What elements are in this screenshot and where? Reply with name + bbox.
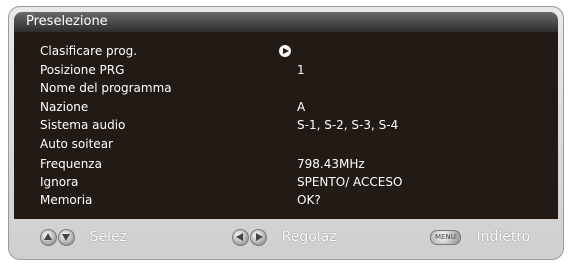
select-hint-label: : Selez [80, 229, 127, 245]
menu-title: Preselezione [26, 14, 108, 29]
row-label: Ignora [40, 175, 79, 189]
menu-row-posizione-prg[interactable]: Posizione PRG 1 [14, 61, 558, 80]
back-hint-label: : Indietro [467, 229, 531, 245]
up-arrow-icon [40, 228, 57, 246]
menu-button-icon: MENU [430, 229, 461, 245]
left-arrow-icon [232, 228, 249, 246]
menu-panel: Clasificare prog. Posizione PRG 1 Nome d… [14, 32, 558, 219]
adjust-hint-label: : Regolaz [272, 229, 337, 245]
row-value: 1 [297, 63, 305, 77]
menu-row-frequenza[interactable]: Frequenza 798.43MHz [14, 155, 558, 174]
adjust-hint: : Regolaz [232, 227, 337, 247]
row-value: S-1, S-2, S-3, S-4 [297, 118, 399, 132]
play-arrow-icon[interactable] [279, 45, 291, 57]
menu-row-memoria[interactable]: Memoria OK? [14, 191, 558, 210]
row-label: Nome del programma [40, 81, 172, 95]
row-label: Sistema audio [40, 118, 126, 132]
row-value: OK? [297, 193, 321, 207]
row-value: 798.43MHz [297, 157, 365, 171]
row-label: Frequenza [40, 157, 102, 171]
menu-row-sistema-audio[interactable]: Sistema audio S-1, S-2, S-3, S-4 [14, 116, 558, 135]
menu-row-nazione[interactable]: Nazione A [14, 98, 558, 117]
row-label: Auto soitear [40, 137, 113, 151]
select-hint: : Selez [40, 227, 127, 247]
row-value: A [297, 100, 306, 114]
menu-title-bar: Preselezione [14, 12, 558, 32]
menu-row-nome-programma[interactable]: Nome del programma [14, 79, 558, 98]
footer-hints: : Selez : Regolaz MENU : Indietro [14, 221, 558, 253]
right-arrow-icon [250, 228, 267, 246]
menu-row-ignora[interactable]: Ignora SPENTO/ ACCESO [14, 173, 558, 192]
row-label: Nazione [40, 100, 89, 114]
row-value: SPENTO/ ACCESO [297, 175, 403, 189]
back-hint: MENU : Indietro [430, 227, 530, 247]
menu-row-auto-soitear[interactable]: Auto soitear [14, 135, 558, 154]
down-arrow-icon [58, 228, 75, 246]
row-label: Posizione PRG [40, 63, 125, 77]
row-label: Clasificare prog. [40, 44, 138, 58]
menu-row-clasificare-prog[interactable]: Clasificare prog. [14, 42, 558, 61]
row-label: Memoria [40, 193, 93, 207]
